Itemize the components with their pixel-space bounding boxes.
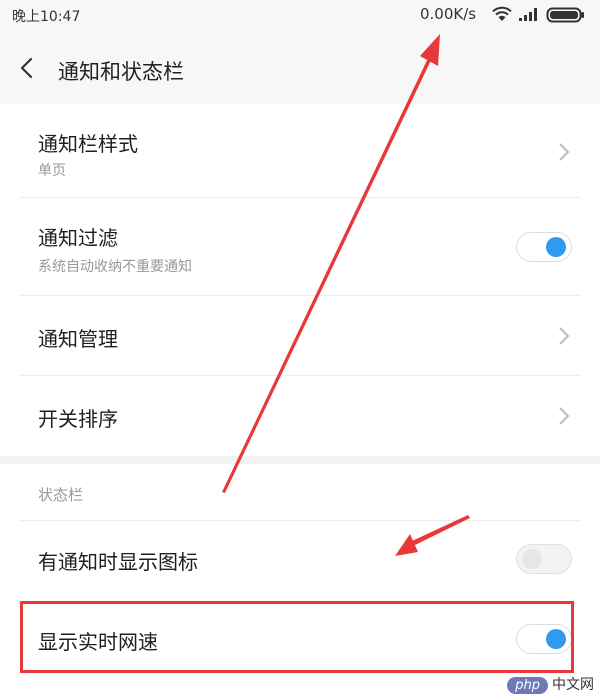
- wifi-icon: [492, 6, 512, 21]
- item-title: 通知过滤: [38, 226, 118, 250]
- toggle-knob: [546, 237, 566, 257]
- show-notification-icons-toggle[interactable]: [516, 544, 572, 574]
- chevron-right-icon: [559, 143, 570, 161]
- section-divider: [0, 456, 600, 464]
- app-header: 通知和状态栏: [0, 30, 600, 105]
- network-speed: 0.00K/s: [420, 5, 477, 23]
- notification-filter-toggle[interactable]: [516, 232, 572, 262]
- toggle-knob: [522, 549, 542, 569]
- item-title: 有通知时显示图标: [38, 550, 198, 574]
- status-time: 晚上10:47: [12, 9, 81, 25]
- list-item-notification-filter[interactable]: 通知过滤 系统自动收纳不重要通知: [0, 198, 600, 296]
- chevron-right-icon: [559, 327, 570, 345]
- watermark-text: 中文网: [552, 677, 594, 693]
- item-title: 通知栏样式: [38, 132, 138, 156]
- signal-icon: [519, 8, 537, 21]
- list-item-show-notification-icons[interactable]: 有通知时显示图标: [0, 520, 600, 600]
- page-title: 通知和状态栏: [58, 60, 184, 84]
- battery-icon: [546, 7, 584, 23]
- list-item-notification-style[interactable]: 通知栏样式 单页: [0, 104, 600, 198]
- chevron-left-icon[interactable]: [18, 57, 36, 79]
- status-bar: 晚上10:47 0.00K/s: [0, 0, 600, 30]
- watermark-logo: php 中文网: [507, 674, 594, 694]
- list-item-toggle-order[interactable]: 开关排序: [0, 376, 600, 456]
- divider: [20, 520, 580, 521]
- section-header-status-bar: 状态栏: [38, 486, 84, 504]
- highlight-box: [20, 601, 574, 673]
- item-subtitle: 系统自动收纳不重要通知: [38, 259, 192, 275]
- list-item-notification-management[interactable]: 通知管理: [0, 296, 600, 376]
- item-title: 开关排序: [38, 407, 118, 431]
- item-title: 通知管理: [38, 327, 118, 351]
- chevron-right-icon: [559, 407, 570, 425]
- watermark-badge: php: [507, 677, 548, 694]
- item-subtitle: 单页: [38, 163, 66, 179]
